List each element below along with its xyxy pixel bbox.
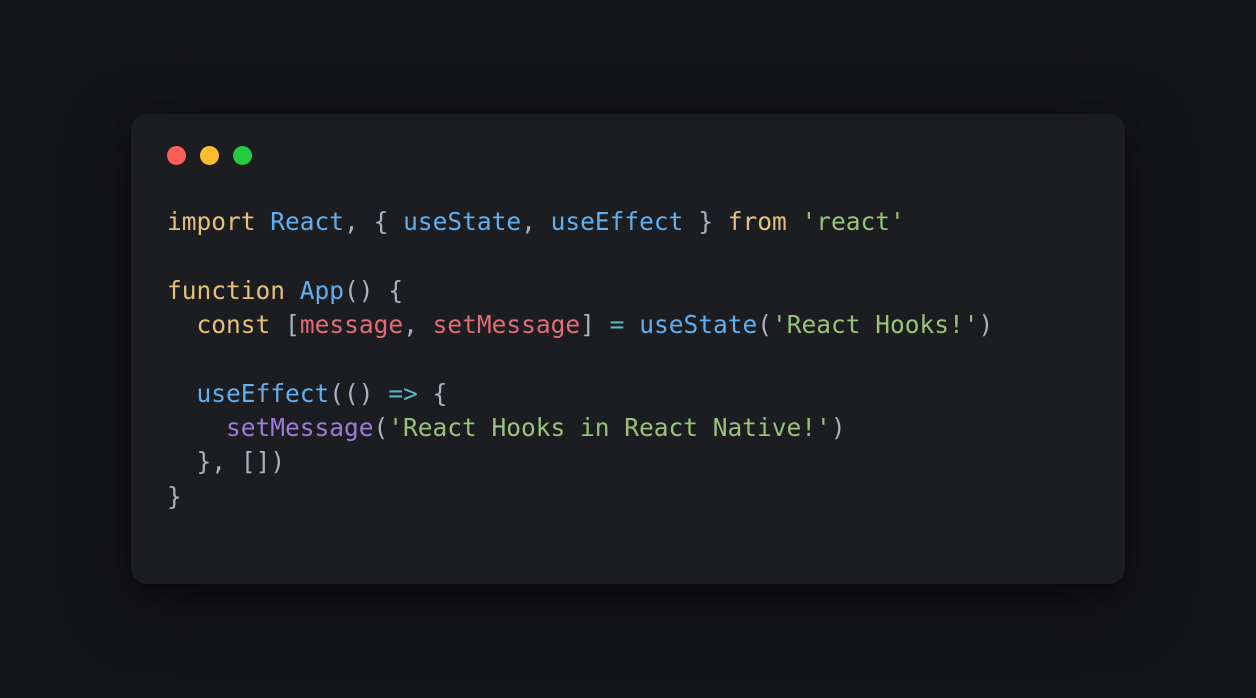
call-useeffect: useEffect (197, 379, 330, 408)
code-block: import React, { useState, useEffect } fr… (163, 205, 1093, 514)
code-window: import React, { useState, useEffect } fr… (131, 114, 1125, 584)
string-module: 'react' (802, 207, 905, 236)
punct-lbrace: { (433, 379, 448, 408)
string-arg: 'React Hooks in React Native!' (388, 413, 831, 442)
operator-eq: = (610, 310, 625, 339)
punct-lbrace: { (388, 276, 403, 305)
punct-lparen: (( (329, 379, 359, 408)
call-setmessage: setMessage (226, 413, 374, 442)
string-arg: 'React Hooks!' (772, 310, 979, 339)
punct-rbracket: ] (580, 310, 595, 339)
call-usestate: useState (639, 310, 757, 339)
maximize-icon[interactable] (233, 146, 252, 165)
identifier-react: React (270, 207, 344, 236)
punct-rbrace: } (197, 447, 212, 476)
punct-comma: , (521, 207, 536, 236)
punct-lparen: ( (757, 310, 772, 339)
punct-comma: , (211, 447, 226, 476)
keyword-import: import (167, 207, 256, 236)
minimize-icon[interactable] (200, 146, 219, 165)
identifier-setmessage: setMessage (433, 310, 581, 339)
window-titlebar (163, 146, 1093, 205)
punct-rparen: ) (359, 379, 374, 408)
close-icon[interactable] (167, 146, 186, 165)
keyword-from: from (728, 207, 787, 236)
punct-lbrace: { (374, 207, 389, 236)
punct-deps: []) (241, 447, 285, 476)
identifier-app: App (300, 276, 344, 305)
keyword-const: const (197, 310, 271, 339)
keyword-function: function (167, 276, 285, 305)
punct-comma: , (403, 310, 418, 339)
punct-parens: () (344, 276, 374, 305)
operator-arrow: => (388, 379, 418, 408)
identifier-message: message (300, 310, 403, 339)
punct-lparen: ( (374, 413, 389, 442)
punct-rbrace: } (167, 482, 182, 511)
identifier-useeffect: useEffect (551, 207, 684, 236)
punct-rbrace: } (698, 207, 713, 236)
punct-comma: , (344, 207, 359, 236)
identifier-usestate: useState (403, 207, 521, 236)
punct-lbracket: [ (285, 310, 300, 339)
punct-rparen: ) (831, 413, 846, 442)
punct-rparen: ) (978, 310, 993, 339)
